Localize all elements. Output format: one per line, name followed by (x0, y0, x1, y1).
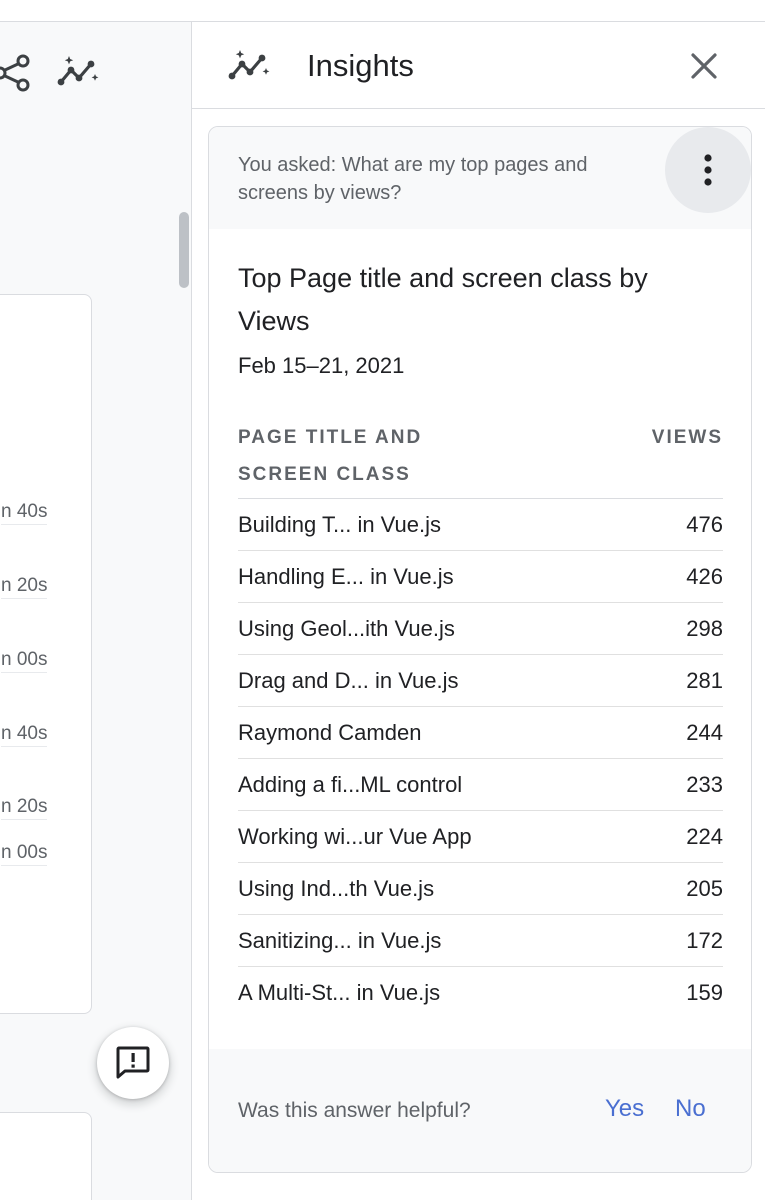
no-button[interactable]: No (675, 1095, 706, 1123)
gridline (1, 598, 47, 599)
helpful-feedback: Was this answer helpful? Yes No (209, 1049, 751, 1172)
table-row[interactable]: Drag and D... in Vue.js 281 (238, 655, 723, 707)
row-views: 298 (686, 616, 723, 641)
insights-header: Insights (192, 22, 765, 109)
axis-tick: n 00s (1, 649, 48, 670)
insights-panel: Insights You asked: What are my top page… (192, 22, 765, 1200)
row-page-title: Working wi...ur Vue App (238, 824, 472, 849)
row-views: 233 (686, 772, 723, 797)
top-bar (0, 0, 765, 22)
row-page-title: Building T... in Vue.js (238, 512, 442, 537)
report-chart-card: n 40s n 20s n 00s n 40s n 20s n 00s (0, 294, 92, 1014)
row-page-title: A Multi-St... in Vue.js (238, 980, 441, 1005)
gridline (1, 865, 47, 866)
table-row[interactable]: Using Geol...ith Vue.js 298 (238, 603, 723, 655)
axis-tick: n 40s (1, 501, 48, 522)
axis-tick: n 20s (1, 575, 48, 596)
insights-icon[interactable] (57, 54, 101, 90)
row-views: 205 (686, 876, 723, 901)
row-page-title: Drag and D... in Vue.js (238, 668, 459, 693)
row-views: 426 (686, 564, 723, 589)
table-row[interactable]: Working wi...ur Vue App 224 (238, 811, 723, 863)
more-options-button[interactable] (665, 127, 751, 213)
helpful-question: Was this answer helpful? (238, 1099, 471, 1122)
row-page-title: Using Ind...th Vue.js (238, 876, 435, 901)
result-title: Top Page title and screen class by Views (238, 263, 648, 336)
gridline (1, 746, 47, 747)
row-page-title: Handling E... in Vue.js (238, 564, 454, 589)
row-page-title: Using Geol...ith Vue.js (238, 616, 455, 641)
table-row[interactable]: Raymond Camden 244 (238, 707, 723, 759)
insights-icon (228, 50, 270, 80)
table-row[interactable]: Handling E... in Vue.js 426 (238, 551, 723, 603)
share-icon[interactable] (0, 54, 32, 92)
row-page-title: Raymond Camden (238, 720, 422, 745)
column-header-views: VIEWS (651, 427, 723, 448)
row-views: 224 (686, 824, 723, 849)
insights-title: Insights (307, 48, 414, 83)
axis-tick: n 40s (1, 723, 48, 744)
table-row[interactable]: Using Ind...th Vue.js 205 (238, 863, 723, 915)
yes-button[interactable]: Yes (605, 1095, 644, 1123)
table-row[interactable]: Sanitizing... in Vue.js 172 (238, 915, 723, 967)
gridline (1, 524, 47, 525)
report-card (0, 1112, 92, 1200)
date-range: Feb 15–21, 2021 (238, 353, 405, 378)
question-banner: You asked: What are my top pages and scr… (209, 127, 751, 229)
row-views: 476 (686, 512, 723, 537)
feedback-button[interactable] (97, 1027, 169, 1099)
row-page-title: Sanitizing... in Vue.js (238, 928, 442, 953)
column-header-dimension: PAGE TITLE AND SCREEN CLASS (238, 427, 423, 485)
row-page-title: Adding a fi...ML control (238, 772, 463, 797)
answer-card: You asked: What are my top pages and scr… (208, 126, 752, 1173)
axis-tick: n 20s (1, 796, 48, 817)
table-row[interactable]: Building T... in Vue.js 476 (238, 499, 723, 551)
report-area: n 40s n 20s n 00s n 40s n 20s n 00s (0, 22, 191, 1200)
results-table: PAGE TITLE AND SCREEN CLASS VIEWS Buildi… (238, 415, 723, 1019)
row-views: 172 (686, 928, 723, 953)
report-toolbar (0, 22, 191, 122)
close-icon[interactable] (688, 50, 720, 82)
axis-tick: n 00s (1, 842, 48, 863)
row-views: 159 (686, 980, 723, 1005)
table-row[interactable]: Adding a fi...ML control 233 (238, 759, 723, 811)
row-views: 281 (686, 668, 723, 693)
question-text: You asked: What are my top pages and scr… (238, 154, 588, 204)
gridline (1, 672, 47, 673)
more-vert-icon (704, 154, 712, 186)
report-scrollbar[interactable] (179, 212, 189, 288)
table-header: PAGE TITLE AND SCREEN CLASS VIEWS (238, 415, 723, 499)
feedback-icon (116, 1046, 150, 1079)
table-row[interactable]: A Multi-St... in Vue.js 159 (238, 967, 723, 1019)
gridline (1, 819, 47, 820)
row-views: 244 (686, 720, 723, 745)
